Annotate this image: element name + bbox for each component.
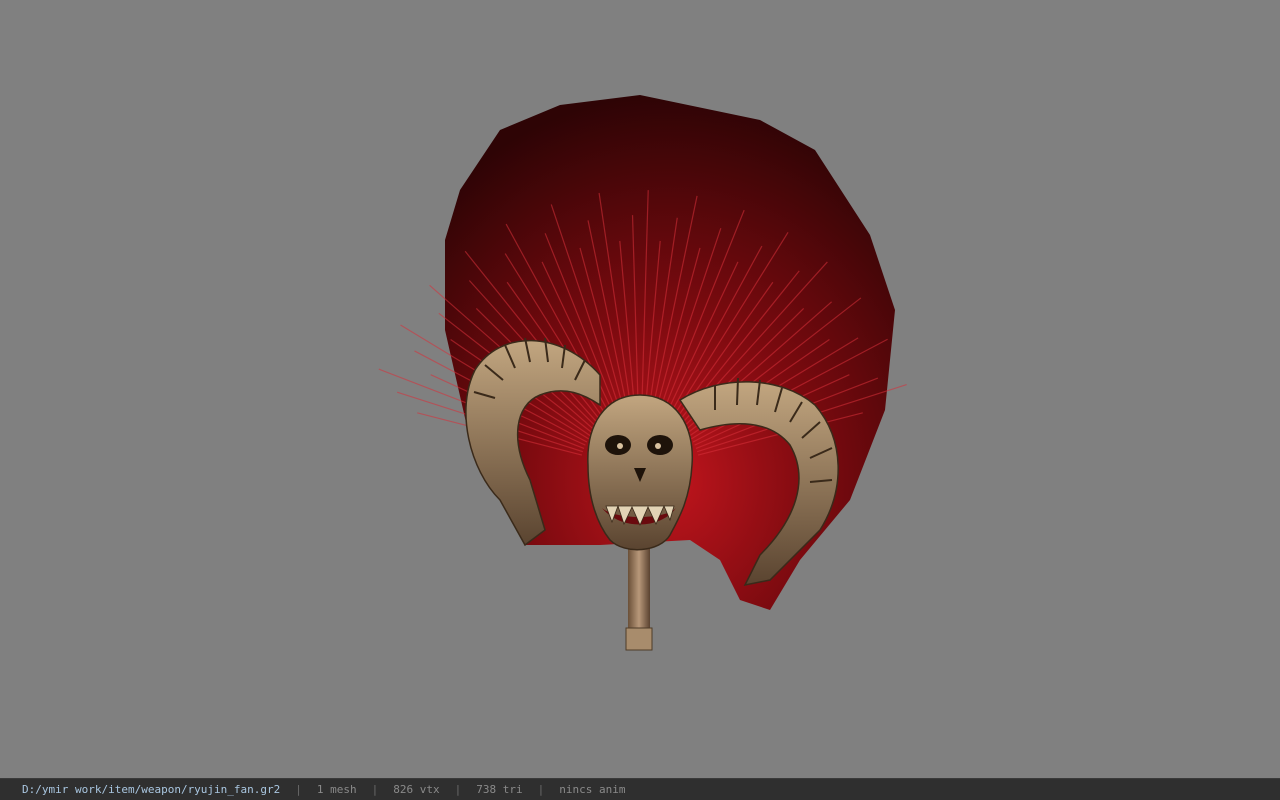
separator: | (295, 783, 302, 796)
anim-status: nincs anim (559, 783, 626, 796)
mesh-count: 1 mesh (316, 783, 357, 796)
file-path: D:/ymir work/item/weapon/ryujin_fan.gr2 (22, 783, 281, 796)
separator: | (454, 783, 462, 796)
3d-viewport[interactable] (0, 0, 1280, 778)
triangle-count: 738 tri (476, 783, 523, 796)
weapon-model-render[interactable] (0, 0, 1280, 778)
vertex-count: 826 vtx (393, 783, 440, 796)
status-bar: D:/ymir work/item/weapon/ryujin_fan.gr2 … (0, 778, 1280, 800)
separator: | (537, 783, 545, 796)
separator: | (371, 783, 379, 796)
